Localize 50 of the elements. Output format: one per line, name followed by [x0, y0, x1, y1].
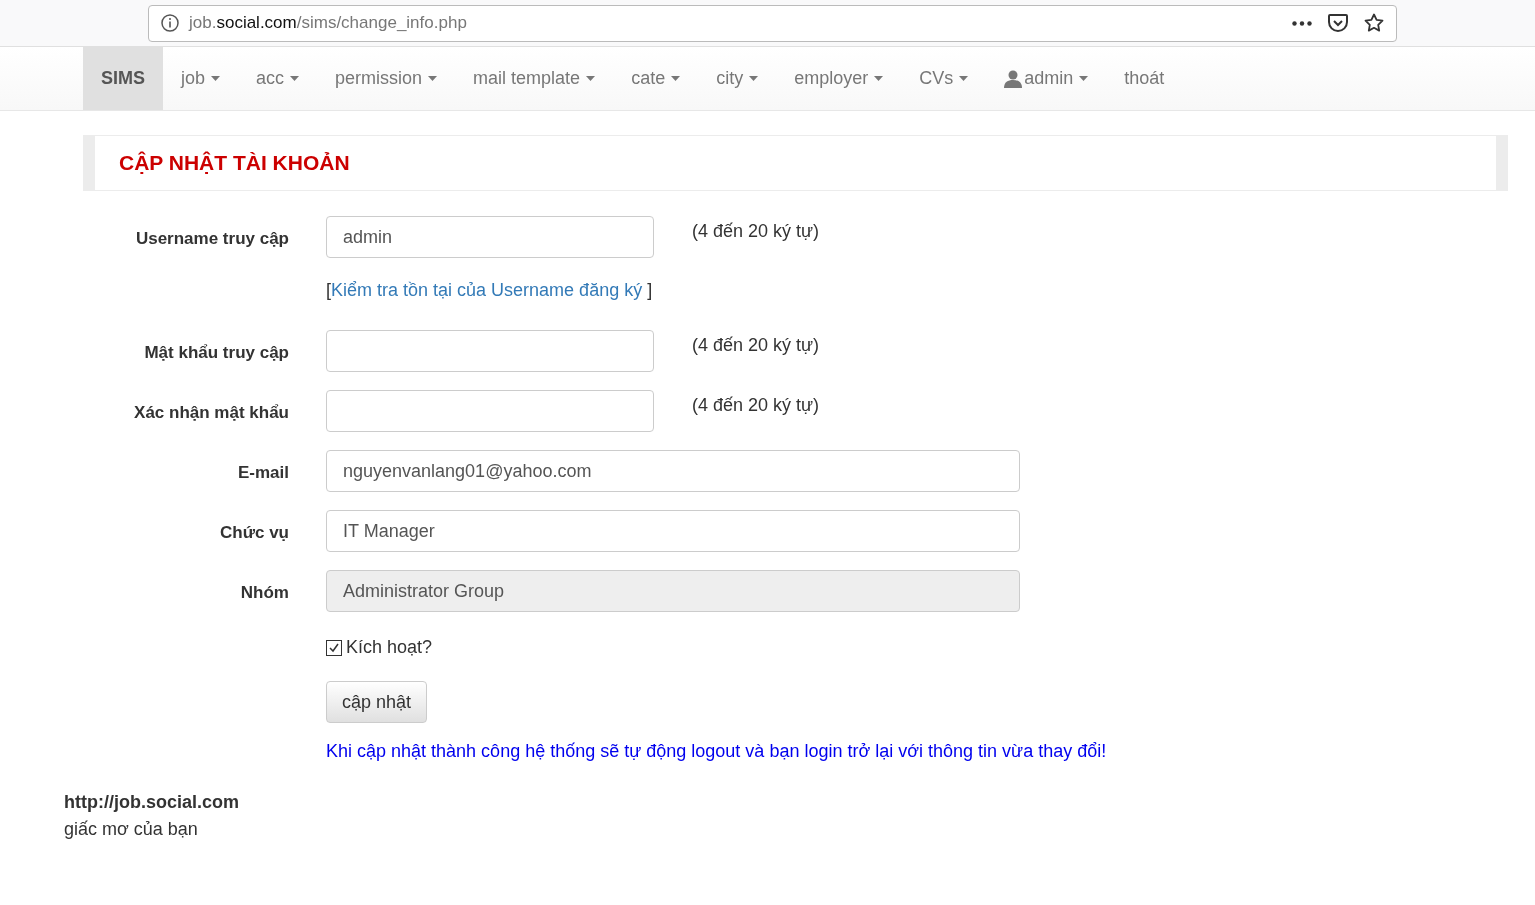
more-icon[interactable] — [1292, 20, 1312, 26]
nav-menu[interactable]: mail template — [455, 47, 614, 110]
caret-icon — [586, 76, 596, 81]
nav-menu[interactable]: permission — [317, 47, 456, 110]
info-icon[interactable] — [161, 14, 179, 32]
caret-icon — [671, 76, 681, 81]
checkbox[interactable] — [326, 639, 342, 656]
input-field[interactable]: admin — [326, 216, 654, 258]
caret-icon — [749, 76, 759, 81]
field-label: Username truy cập — [134, 228, 289, 250]
url-text: job.social.com/sims/change_info.php — [189, 12, 467, 35]
user-menu[interactable]: admin — [986, 47, 1107, 110]
nav-menu[interactable]: acc — [238, 47, 318, 110]
nav-menu[interactable]: cate — [613, 47, 699, 110]
nav-menu[interactable]: CVs — [901, 47, 987, 110]
username-check-link[interactable]: Kiểm tra tồn tại của Username đăng ký — [331, 280, 643, 300]
notice-text: Khi cập nhật thành công hệ thống sẽ tự động logout và bạn login trở lại với thông tin vừa thay đổi! — [326, 740, 1108, 763]
caret-icon — [874, 76, 884, 81]
length-hint: (4 đến 20 ký tự) — [692, 220, 820, 243]
caret-icon — [211, 76, 221, 81]
pocket-icon[interactable] — [1328, 13, 1348, 33]
field-label: Nhóm — [239, 582, 289, 604]
nav-menu[interactable]: city — [698, 47, 777, 110]
input-field[interactable] — [326, 330, 654, 372]
nav-menu[interactable]: job — [163, 47, 239, 110]
user-icon — [1004, 69, 1023, 88]
brand-link[interactable]: SIMS — [83, 47, 163, 110]
field-label: Xác nhận mật khẩu — [133, 402, 289, 424]
update-button[interactable]: cập nhật — [326, 681, 428, 723]
checkbox-label: Kích hoạt? — [346, 636, 433, 659]
nav-menu[interactable]: employer — [776, 47, 902, 110]
footer-url: http://job.social.com — [64, 791, 240, 814]
page-title: CẬP NHẬT TÀI KHOẢN — [119, 150, 350, 177]
footer-tagline: giấc mơ của bạn — [64, 818, 199, 841]
input-field[interactable] — [326, 390, 654, 432]
caret-icon — [428, 76, 438, 81]
caret-icon — [1079, 76, 1089, 81]
username-check-text: [Kiểm tra tồn tại của Username đăng ký ] — [326, 279, 654, 302]
logout-link[interactable]: thoát — [1106, 47, 1183, 110]
length-hint: (4 đến 20 ký tự) — [692, 334, 820, 357]
input-field[interactable]: IT Manager — [326, 510, 1020, 552]
caret-icon — [290, 76, 300, 81]
address-bar[interactable]: job.social.com/sims/change_info.php — [148, 4, 1397, 42]
caret-icon — [959, 76, 969, 81]
length-hint: (4 đến 20 ký tự) — [692, 394, 820, 417]
field-label: Mật khẩu truy cập — [143, 342, 289, 364]
star-icon[interactable] — [1364, 13, 1384, 33]
input-field[interactable]: nguyenvanlang01@yahoo.com — [326, 450, 1020, 492]
field-label: E-mail — [236, 462, 289, 484]
field-label: Chức vụ — [219, 522, 289, 544]
